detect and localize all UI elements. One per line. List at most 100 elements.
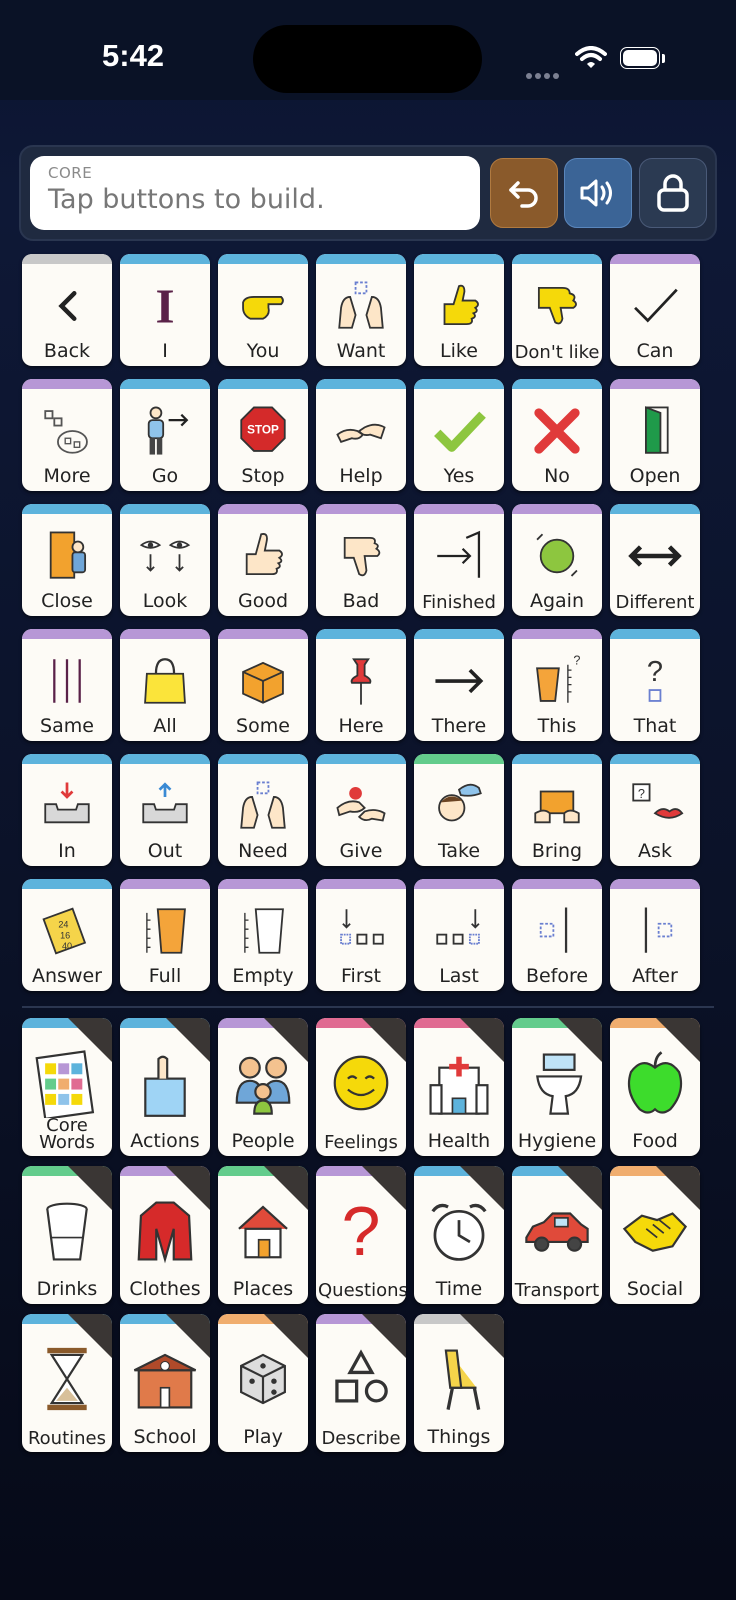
word-button-before[interactable]: Before (512, 879, 602, 991)
category-button-time[interactable]: Time (414, 1166, 504, 1304)
word-button-like[interactable]: Like (414, 254, 504, 366)
word-button-yes[interactable]: Yes (414, 379, 504, 491)
tile-label: Like (440, 340, 478, 362)
word-button-here[interactable]: Here (316, 629, 406, 741)
word-button-you[interactable]: You (218, 254, 308, 366)
tile-label: Different (615, 592, 695, 613)
parallel-lines-icon (22, 649, 112, 713)
tile-color-band (120, 379, 210, 389)
tile-label: You (246, 340, 280, 362)
word-button-in[interactable]: In (22, 754, 112, 866)
tile-label: Here (338, 715, 384, 737)
wifi-icon (575, 46, 607, 68)
tile-label: That (633, 715, 677, 737)
category-button-transport[interactable]: Transport (512, 1166, 602, 1304)
hourglass-icon (22, 1340, 112, 1418)
word-button-this[interactable]: ? This (512, 629, 602, 741)
undo-button[interactable] (490, 158, 558, 228)
word-button-full[interactable]: Full (120, 879, 210, 991)
word-button-empty[interactable]: Empty (218, 879, 308, 991)
word-button-first[interactable]: First (316, 879, 406, 991)
red-x-icon (512, 399, 602, 463)
tile-label: First (341, 965, 381, 987)
thumbs-up-hand-icon (414, 274, 504, 338)
word-button-good[interactable]: Good (218, 504, 308, 616)
category-button-school[interactable]: School (120, 1314, 210, 1452)
category-button-core-words[interactable]: Core Words (22, 1018, 112, 1156)
word-button-different[interactable]: Different (610, 504, 700, 616)
tile-color-band (316, 504, 406, 514)
word-button-there[interactable]: There (414, 629, 504, 741)
tray-in-icon (22, 774, 112, 838)
word-button-no[interactable]: No (512, 379, 602, 491)
word-button-finished[interactable]: Finished (414, 504, 504, 616)
category-button-things[interactable]: Things (414, 1314, 504, 1452)
tile-color-band (22, 754, 112, 764)
empty-glass-icon (218, 899, 308, 963)
category-button-people[interactable]: People (218, 1018, 308, 1156)
tile-color-band (512, 379, 602, 389)
tile-color-band (120, 504, 210, 514)
bag-icon (120, 649, 210, 713)
category-button-drinks[interactable]: Drinks (22, 1166, 112, 1304)
category-button-routines[interactable]: Routines (22, 1314, 112, 1452)
word-button-some[interactable]: Some (218, 629, 308, 741)
word-button-after[interactable]: After (610, 879, 700, 991)
give-hands-icon (316, 774, 406, 838)
tile-label: Food (632, 1130, 678, 1152)
category-button-feelings[interactable]: Feelings (316, 1018, 406, 1156)
word-button-don-t-like[interactable]: Don't like (512, 254, 602, 366)
tile-label: Can (636, 340, 674, 362)
word-button-close[interactable]: Close (22, 504, 112, 616)
smiley-icon (316, 1044, 406, 1122)
word-button-bring[interactable]: Bring (512, 754, 602, 866)
thumb-up-icon (218, 524, 308, 588)
category-button-play[interactable]: Play (218, 1314, 308, 1452)
word-button-look[interactable]: Look (120, 504, 210, 616)
word-button-help[interactable]: Help (316, 379, 406, 491)
category-button-places[interactable]: Places (218, 1166, 308, 1304)
word-button-i[interactable]: II (120, 254, 210, 366)
category-button-questions[interactable]: ? Questions (316, 1166, 406, 1304)
category-button-health[interactable]: Health (414, 1018, 504, 1156)
word-button-that[interactable]: ? That (610, 629, 700, 741)
word-button-more[interactable]: More (22, 379, 112, 491)
svg-text:?: ? (573, 654, 580, 668)
word-button-last[interactable]: Last (414, 879, 504, 991)
category-button-actions[interactable]: Actions (120, 1018, 210, 1156)
word-button-take[interactable]: Take (414, 754, 504, 866)
category-button-hygiene[interactable]: Hygiene (512, 1018, 602, 1156)
tile-label: Play (243, 1426, 283, 1448)
word-button-again[interactable]: Again (512, 504, 602, 616)
word-button-back[interactable]: Back (22, 254, 112, 366)
word-button-open[interactable]: Open (610, 379, 700, 491)
tile-color-band (512, 879, 602, 889)
word-button-all[interactable]: All (120, 629, 210, 741)
word-button-bad[interactable]: Bad (316, 504, 406, 616)
tile-color-band (316, 754, 406, 764)
word-button-give[interactable]: Give (316, 754, 406, 866)
speak-button[interactable] (564, 158, 632, 228)
tile-label: Places (232, 1278, 294, 1300)
word-button-need[interactable]: Need (218, 754, 308, 866)
category-button-describe[interactable]: Describe (316, 1314, 406, 1452)
word-button-can[interactable]: Can (610, 254, 700, 366)
word-button-same[interactable]: Same (22, 629, 112, 741)
tile-color-band (316, 254, 406, 264)
category-button-social[interactable]: Social (610, 1166, 700, 1304)
tile-label: Empty (232, 965, 294, 987)
again-circle-icon (512, 524, 602, 588)
word-button-stop[interactable]: STOP Stop (218, 379, 308, 491)
word-button-go[interactable]: Go (120, 379, 210, 491)
undo-arrow-icon (509, 181, 538, 208)
lock-button[interactable] (639, 158, 707, 228)
tile-label: Actions (130, 1130, 200, 1152)
word-button-ask[interactable]: ? Ask (610, 754, 700, 866)
message-box[interactable]: CORE Tap buttons to build. (30, 156, 480, 230)
word-button-answer[interactable]: 24 16 40 Answer (22, 879, 112, 991)
word-button-out[interactable]: Out (120, 754, 210, 866)
category-button-food[interactable]: Food (610, 1018, 700, 1156)
word-button-want[interactable]: Want (316, 254, 406, 366)
tile-color-band (414, 254, 504, 264)
category-button-clothes[interactable]: Clothes (120, 1166, 210, 1304)
